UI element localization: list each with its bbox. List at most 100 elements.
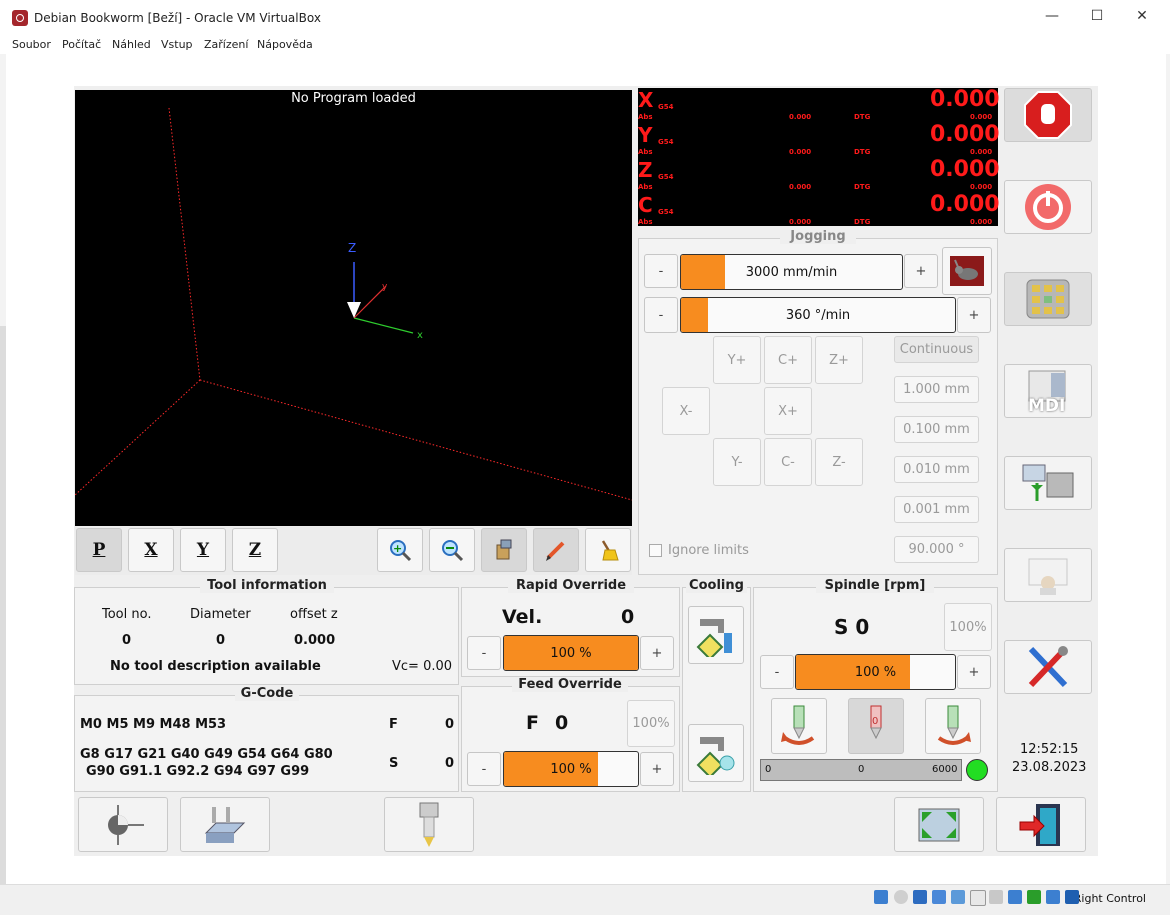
estop-button[interactable]: [1004, 88, 1092, 142]
menu-nahled[interactable]: Náhled: [112, 38, 151, 51]
jog-x-plus-button[interactable]: X+: [764, 387, 812, 435]
clear-plot-button[interactable]: [585, 528, 631, 572]
tool-edit-button[interactable]: [1004, 548, 1092, 602]
mist-coolant-button[interactable]: [688, 724, 744, 782]
spindle-minus-button[interactable]: -: [760, 655, 794, 689]
spindle-stop-button[interactable]: 0: [848, 698, 904, 754]
feed-minus-button[interactable]: -: [467, 752, 501, 786]
menu-zarizeni[interactable]: Zařízení: [204, 38, 248, 51]
vtx-status-icon[interactable]: [1027, 890, 1041, 904]
view-z-label: Z: [248, 540, 262, 560]
close-button[interactable]: ✕: [1127, 8, 1157, 28]
shared-folders-status-icon[interactable]: [970, 890, 986, 906]
jog-z-minus-button[interactable]: Z-: [815, 438, 863, 486]
manual-mode-button[interactable]: [1004, 272, 1092, 326]
settings-button[interactable]: [1004, 640, 1092, 694]
host-key-label: Right Control: [1073, 892, 1146, 905]
view-z-button[interactable]: Z: [232, 528, 278, 572]
display-status-icon[interactable]: [989, 890, 1003, 904]
maximize-button[interactable]: ☐: [1082, 8, 1112, 28]
audio-status-icon[interactable]: [913, 890, 927, 904]
exit-button[interactable]: [996, 797, 1086, 852]
tool-change-button[interactable]: [384, 797, 474, 852]
ignore-limits-checkbox[interactable]: [649, 544, 662, 557]
recording-status-icon[interactable]: [1008, 890, 1022, 904]
menu-napoveda[interactable]: Nápověda: [257, 38, 313, 51]
jog-y-plus-button[interactable]: Y+: [713, 336, 761, 384]
increment-0-1mm-button[interactable]: 0.100 mm: [894, 416, 979, 443]
auto-mode-button[interactable]: [1004, 456, 1092, 510]
increment-continuous-button[interactable]: Continuous: [894, 336, 979, 363]
jog-c-minus-button[interactable]: C-: [764, 438, 812, 486]
jog-linear-plus-button[interactable]: +: [904, 254, 938, 288]
gcode-preview[interactable]: No Program loaded Z x y: [75, 90, 632, 526]
usb-status-icon[interactable]: [951, 890, 965, 904]
jog-angular-plus-button[interactable]: +: [957, 297, 991, 333]
host-key-arrow-icon[interactable]: [1065, 890, 1079, 904]
spindle-gauge-value: 0: [858, 764, 865, 775]
increment-1mm-button[interactable]: 1.000 mm: [894, 376, 979, 403]
spindle-gauge-min: 0: [765, 764, 772, 775]
jog-y-minus-button[interactable]: Y-: [713, 438, 761, 486]
flood-coolant-button[interactable]: [688, 606, 744, 664]
mdi-label: MDI: [1028, 396, 1066, 416]
optical-drive-status-icon[interactable]: [894, 890, 908, 904]
jog-linear-minus-button[interactable]: -: [644, 254, 678, 288]
spindle-reset-100-button[interactable]: 100%: [944, 603, 992, 651]
zoom-out-button[interactable]: [429, 528, 475, 572]
jog-linear-speed-slider[interactable]: 3000 mm/min: [680, 254, 903, 290]
spindle-override-slider[interactable]: 100 %: [795, 654, 956, 690]
dro-y-dtg-label: DTG: [854, 148, 871, 156]
spindle-cw-button[interactable]: [925, 698, 981, 754]
menu-vstup[interactable]: Vstup: [161, 38, 193, 51]
minimize-button[interactable]: —: [1037, 8, 1067, 28]
draw-path-button[interactable]: [533, 528, 579, 572]
menu-soubor[interactable]: Soubor: [12, 38, 51, 51]
mouse-integration-status-icon[interactable]: [1046, 890, 1060, 904]
touch-off-button[interactable]: [78, 797, 168, 852]
machine-power-button[interactable]: [1004, 180, 1092, 234]
jog-angular-minus-button[interactable]: -: [644, 297, 678, 333]
fullscreen-button[interactable]: [894, 797, 984, 852]
network-status-icon[interactable]: [932, 890, 946, 904]
harddisk-status-icon[interactable]: [874, 890, 888, 904]
offsets-button[interactable]: [180, 797, 270, 852]
dro-y-dtg-value: 0.000: [970, 148, 993, 156]
cooling-title: Cooling: [686, 578, 747, 593]
view-y-button[interactable]: Y: [180, 528, 226, 572]
view-p-button[interactable]: P: [76, 528, 122, 572]
rapid-minus-button[interactable]: -: [467, 636, 501, 670]
zoom-in-button[interactable]: +: [377, 528, 423, 572]
spindle-plus-button[interactable]: +: [957, 655, 991, 689]
feed-f-value: 0: [555, 712, 569, 734]
jog-z-plus-button[interactable]: Z+: [815, 336, 863, 384]
feed-reset-100-button[interactable]: 100%: [627, 700, 675, 747]
feed-override-slider[interactable]: 100 %: [503, 751, 639, 787]
jog-c-plus-button[interactable]: C+: [764, 336, 812, 384]
dro-y-axis: Y: [638, 123, 653, 147]
increment-0-001mm-button[interactable]: 0.001 mm: [894, 496, 979, 523]
feed-plus-button[interactable]: +: [640, 752, 674, 786]
rapid-override-slider[interactable]: 100 %: [503, 635, 639, 671]
tools-icon: [1028, 646, 1068, 688]
jog-x-minus-button[interactable]: X-: [662, 387, 710, 435]
rapid-vel-label: Vel.: [502, 606, 543, 628]
increment-0-01mm-button[interactable]: 0.010 mm: [894, 456, 979, 483]
tool-book-icon: [1028, 558, 1068, 595]
angular-increment-button[interactable]: 90.000 °: [894, 536, 979, 563]
rapid-override-title: Rapid Override: [508, 578, 634, 593]
menu-pocitac[interactable]: Počítač: [62, 38, 101, 51]
jog-angular-speed-slider[interactable]: 360 °/min: [680, 297, 956, 333]
reference-icon: [108, 804, 144, 845]
show-dimensions-button[interactable]: [481, 528, 527, 572]
axis-y-label: y: [382, 282, 388, 292]
view-p-label: P: [92, 540, 106, 560]
rapid-plus-button[interactable]: +: [640, 636, 674, 670]
gcode-s-label: S: [389, 756, 399, 771]
active-mcodes: M0 M5 M9 M48 M53: [80, 717, 227, 732]
mdi-mode-button[interactable]: MDI: [1004, 364, 1092, 418]
jog-rabbit-mode-button[interactable]: [942, 247, 992, 295]
spindle-ccw-button[interactable]: [771, 698, 827, 754]
view-x-button[interactable]: X: [128, 528, 174, 572]
dro-c-value: 0.000: [930, 192, 1000, 217]
